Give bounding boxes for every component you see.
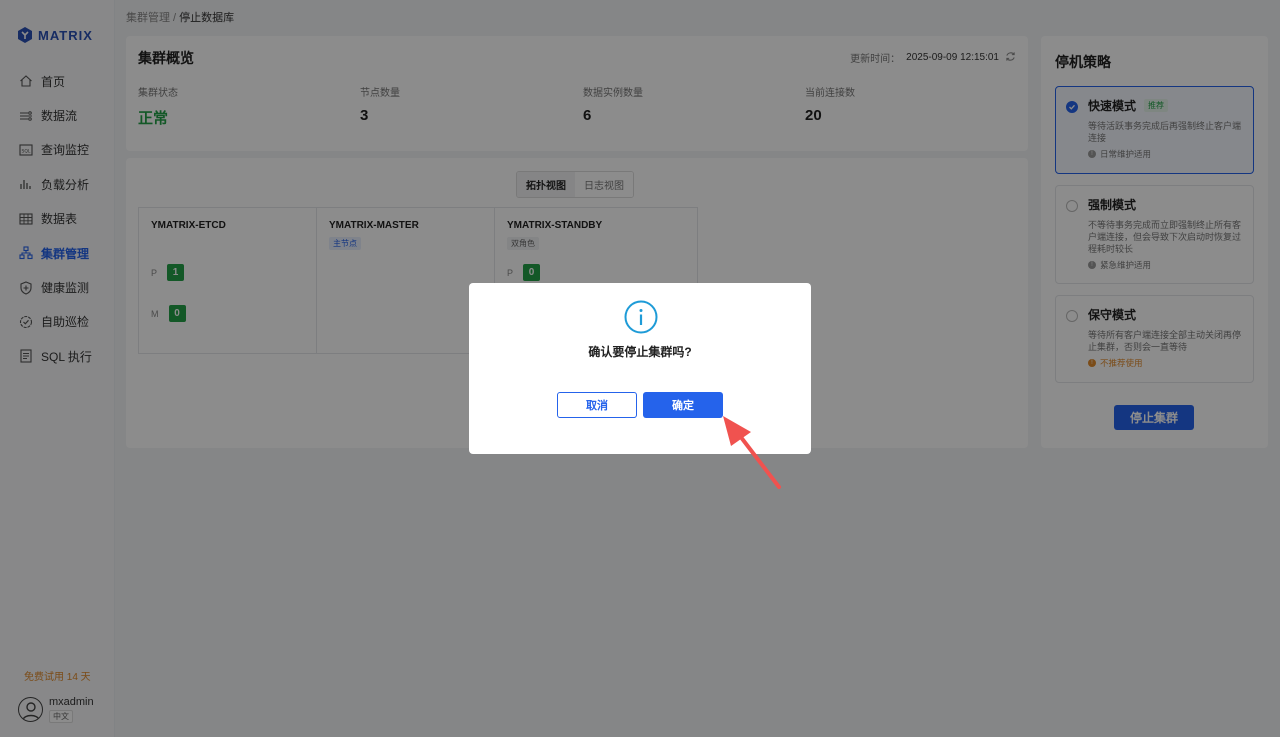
confirm-button[interactable]: 确定 [643, 392, 723, 418]
annotation-arrow-icon [723, 416, 781, 489]
cancel-button[interactable]: 取消 [557, 392, 637, 418]
dialog-message: 确认要停止集群吗? [588, 345, 692, 359]
info-icon [624, 300, 658, 337]
